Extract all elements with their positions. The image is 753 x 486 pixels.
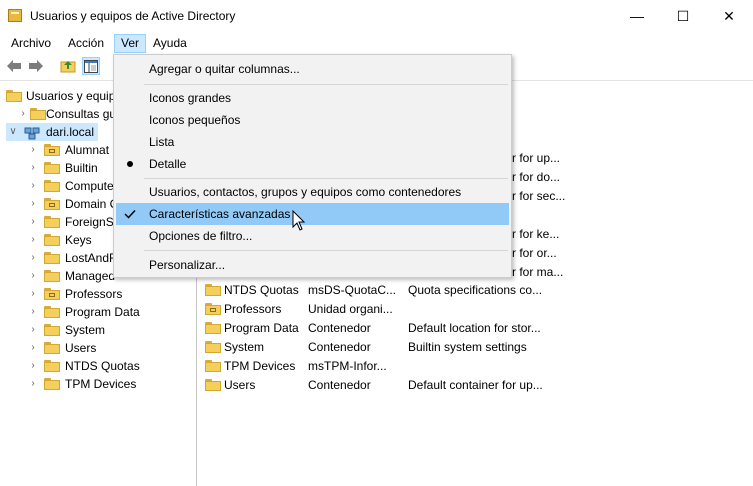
menu-ayuda[interactable]: Ayuda <box>147 34 193 53</box>
chevron-right-icon[interactable]: › <box>28 249 38 267</box>
desc-cell: Default container for up... <box>408 378 543 392</box>
mouse-cursor-icon <box>292 209 306 232</box>
folder-icon <box>44 306 60 318</box>
folder-icon <box>205 284 221 296</box>
name-cell: NTDS Quotas <box>224 283 299 297</box>
name-cell: Professors <box>224 302 282 316</box>
folder-icon <box>44 216 60 228</box>
list-item[interactable]: System Contenedor Builtin system settings <box>200 338 753 357</box>
name-cell: Program Data <box>224 321 299 335</box>
chevron-right-icon[interactable]: › <box>28 195 38 213</box>
type-cell: Contenedor <box>308 378 371 392</box>
menu-separator <box>144 178 508 179</box>
org-unit-icon <box>44 288 60 300</box>
menu-detail[interactable]: Detalle <box>116 153 509 175</box>
folder-icon <box>44 378 60 390</box>
menu-archivo[interactable]: Archivo <box>5 34 57 53</box>
folder-icon <box>44 180 60 192</box>
ad-root-icon <box>6 90 22 102</box>
show-hide-console-tree-icon[interactable] <box>82 57 100 75</box>
radio-bullet-icon <box>122 153 138 175</box>
menu-users-as-containers[interactable]: Usuarios, contactos, grupos y equipos co… <box>116 181 509 203</box>
folder-icon <box>44 234 60 246</box>
description-cell: r for ke... <box>512 227 560 241</box>
type-cell: Contenedor <box>308 321 371 335</box>
menu-add-remove-columns[interactable]: Agregar o quitar columnas... <box>116 58 509 80</box>
org-unit-icon <box>205 303 221 315</box>
chevron-right-icon[interactable]: › <box>28 375 38 393</box>
desc-cell: Quota specifications co... <box>408 283 543 297</box>
menu-accion[interactable]: Acción <box>62 34 110 53</box>
list-item[interactable]: Professors Unidad organi... <box>200 300 753 319</box>
folder-icon <box>30 108 46 120</box>
checkmark-icon <box>122 203 138 226</box>
list-item[interactable]: NTDS Quotas msDS-QuotaC... Quota specifica… <box>200 281 753 300</box>
chevron-right-icon[interactable]: › <box>28 321 38 339</box>
ver-menu-dropdown: Agregar o quitar columnas... Iconos gran… <box>113 54 512 278</box>
tree-domain[interactable]: ∨ dari.local <box>6 123 98 141</box>
type-cell: Contenedor <box>308 340 371 354</box>
list-item[interactable]: TPM Devices msTPM-Infor... <box>200 357 753 376</box>
name-cell: TPM Devices <box>224 359 296 373</box>
folder-icon <box>44 252 60 264</box>
menu-separator <box>144 250 508 251</box>
list-item[interactable]: Program Data Contenedor Default location f… <box>200 319 753 338</box>
chevron-right-icon[interactable]: › <box>28 285 38 303</box>
up-folder-icon[interactable] <box>59 57 77 75</box>
menu-list[interactable]: Lista <box>116 131 509 153</box>
menu-customize[interactable]: Personalizar... <box>116 254 509 276</box>
maximize-button[interactable]: ☐ <box>660 0 706 32</box>
menu-small-icons[interactable]: Iconos pequeños <box>116 109 509 131</box>
name-cell: Users <box>224 378 256 392</box>
folder-icon <box>44 360 60 372</box>
type-cell: msTPM-Infor... <box>308 359 387 373</box>
folder-icon <box>44 162 60 174</box>
menu-separator <box>144 84 508 85</box>
close-button[interactable]: ✕ <box>706 0 752 32</box>
org-unit-icon <box>44 144 60 156</box>
chevron-right-icon[interactable]: › <box>28 159 38 177</box>
folder-icon <box>44 342 60 354</box>
org-unit-icon <box>44 198 60 210</box>
folder-icon <box>205 322 221 334</box>
title-bar: Usuarios y equipos de Active Directory —… <box>0 0 753 32</box>
folder-icon <box>44 270 60 282</box>
type-cell: Unidad organi... <box>308 302 393 316</box>
menu-bar: Archivo Acción Ver Ayuda <box>0 32 753 54</box>
folder-icon <box>44 324 60 336</box>
menu-filter-options[interactable]: Opciones de filtro... <box>116 225 509 247</box>
chevron-right-icon[interactable]: › <box>28 303 38 321</box>
desc-cell: Default location for stor... <box>408 321 541 335</box>
chevron-right-icon[interactable]: › <box>28 339 38 357</box>
active-directory-app-icon <box>8 9 22 22</box>
chevron-right-icon[interactable]: › <box>18 105 28 123</box>
description-cell: r for do... <box>512 170 561 184</box>
folder-icon <box>205 379 221 391</box>
list-item[interactable]: Users Contenedor Default container for up.… <box>200 376 753 395</box>
folder-icon <box>205 360 221 372</box>
menu-advanced-features[interactable]: Características avanzadas <box>116 203 509 225</box>
chevron-right-icon[interactable]: › <box>28 177 38 195</box>
chevron-down-icon[interactable]: ∨ <box>8 123 18 141</box>
description-cell: r for up... <box>512 151 561 165</box>
name-cell: System <box>224 340 265 354</box>
chevron-right-icon[interactable]: › <box>28 357 38 375</box>
menu-ver[interactable]: Ver <box>114 34 147 53</box>
type-cell: msDS-QuotaC... <box>308 283 397 297</box>
description-cell: r for or... <box>512 246 557 260</box>
back-icon[interactable] <box>5 57 23 75</box>
chevron-right-icon[interactable]: › <box>28 231 38 249</box>
description-cell: r for sec... <box>512 189 566 203</box>
window-title: Usuarios y equipos de Active Directory <box>30 9 236 23</box>
description-cell: r for ma... <box>512 265 564 279</box>
chevron-right-icon[interactable]: › <box>28 267 38 285</box>
forward-icon[interactable] <box>27 57 45 75</box>
minimize-button[interactable]: — <box>614 0 660 32</box>
folder-icon <box>205 341 221 353</box>
chevron-right-icon[interactable]: › <box>28 141 38 159</box>
chevron-right-icon[interactable]: › <box>28 213 38 231</box>
domain-icon <box>24 126 40 140</box>
menu-large-icons[interactable]: Iconos grandes <box>116 87 509 109</box>
desc-cell: Builtin system settings <box>408 340 527 354</box>
